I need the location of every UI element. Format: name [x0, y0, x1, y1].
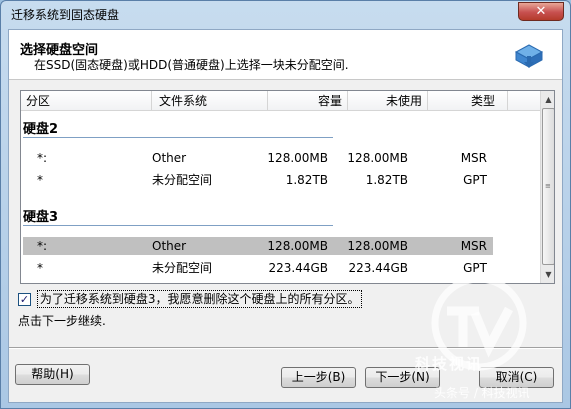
type-cell: GPT	[463, 261, 487, 275]
dialog-client-area: 选择硬盘空间 在SSD(固态硬盘)或HDD(普通硬盘)上选择一块未分配空间. 分…	[8, 29, 563, 403]
capacity-cell: 1.82TB	[285, 173, 328, 187]
partition-cell: *:	[37, 151, 48, 165]
partition-cell: *	[37, 173, 43, 187]
disk-group-title: 硬盘2	[23, 122, 59, 137]
group-divider	[23, 225, 333, 226]
partition-row[interactable]: *: Other 128.00MB 128.00MB MSR	[23, 149, 493, 167]
capacity-cell: 223.44GB	[268, 261, 328, 275]
confirm-delete-checkbox[interactable]: ✓	[18, 292, 31, 306]
type-cell: GPT	[463, 173, 487, 187]
unused-cell: 128.00MB	[347, 151, 408, 165]
partition-row-selected[interactable]: *: Other 128.00MB 128.00MB MSR	[23, 237, 493, 255]
list-body: 硬盘2 *: Other 128.00MB 128.00MB MSR * 未分配…	[21, 112, 540, 283]
unused-cell: 1.82TB	[365, 173, 408, 187]
wizard-header: 选择硬盘空间 在SSD(固态硬盘)或HDD(普通硬盘)上选择一块未分配空间.	[9, 30, 562, 80]
column-unused[interactable]: 未使用	[348, 91, 428, 111]
watermark-text: 科技视讯	[415, 355, 484, 373]
type-cell: MSR	[460, 151, 487, 165]
capacity-cell: 128.00MB	[267, 151, 328, 165]
back-button[interactable]: 上一步(B)	[281, 367, 356, 388]
partition-row[interactable]: * 未分配空间 223.44GB 223.44GB GPT	[23, 259, 493, 277]
scroll-down-icon[interactable]: ▼	[541, 267, 554, 282]
footer-divider	[9, 347, 562, 349]
partition-cell: *	[37, 261, 43, 275]
disk-group-title: 硬盘3	[23, 210, 59, 225]
filesystem-cell: 未分配空间	[152, 261, 213, 275]
vertical-scrollbar[interactable]: ▲ ≡ ▼	[540, 91, 554, 283]
list-header: 分区 文件系统 容量 未使用 类型	[21, 91, 540, 111]
close-button[interactable]: ✕	[518, 2, 564, 21]
partition-cell: *:	[37, 239, 48, 253]
group-divider	[23, 137, 333, 138]
capacity-cell: 128.00MB	[267, 239, 328, 253]
unused-cell: 128.00MB	[347, 239, 408, 253]
page-subtitle: 在SSD(固态硬盘)或HDD(普通硬盘)上选择一块未分配空间.	[34, 58, 349, 72]
migrate-os-dialog: 迁移系统到固态硬盘 ✕ 选择硬盘空间 在SSD(固态硬盘)或HDD(普通硬盘)上…	[0, 0, 571, 409]
confirm-delete-option[interactable]: ✓ 为了迁移系统到硬盘3，我愿意删除这个硬盘上的所有分区。	[18, 290, 363, 308]
title-bar: 迁移系统到固态硬盘 ✕	[1, 1, 570, 29]
confirm-delete-label[interactable]: 为了迁移系统到硬盘3，我愿意删除这个硬盘上的所有分区。	[36, 290, 363, 308]
type-cell: MSR	[460, 239, 487, 253]
disk-space-list: 分区 文件系统 容量 未使用 类型 硬盘2 *: Other 128.00MB …	[20, 90, 555, 284]
filesystem-cell: 未分配空间	[152, 173, 213, 187]
partition-row[interactable]: * 未分配空间 1.82TB 1.82TB GPT	[23, 171, 493, 189]
column-capacity[interactable]: 容量	[268, 91, 348, 111]
column-type[interactable]: 类型	[428, 91, 508, 111]
filesystem-cell: Other	[152, 239, 187, 253]
help-button[interactable]: 帮助(H)	[15, 364, 90, 385]
disk-clone-icon	[514, 44, 544, 68]
grip-icon: ≡	[545, 182, 551, 190]
scrollbar-thumb[interactable]: ≡	[542, 108, 554, 265]
watermark-footer: 头条号 / 科技视讯	[434, 386, 530, 400]
filesystem-cell: Other	[152, 151, 187, 165]
window-title: 迁移系统到固态硬盘	[11, 8, 120, 22]
unused-cell: 223.44GB	[348, 261, 408, 275]
instruction-text: 点击下一步继续.	[18, 314, 106, 328]
column-filesystem[interactable]: 文件系统	[152, 91, 268, 111]
scroll-up-icon[interactable]: ▲	[541, 92, 554, 107]
column-partition[interactable]: 分区	[21, 91, 152, 111]
